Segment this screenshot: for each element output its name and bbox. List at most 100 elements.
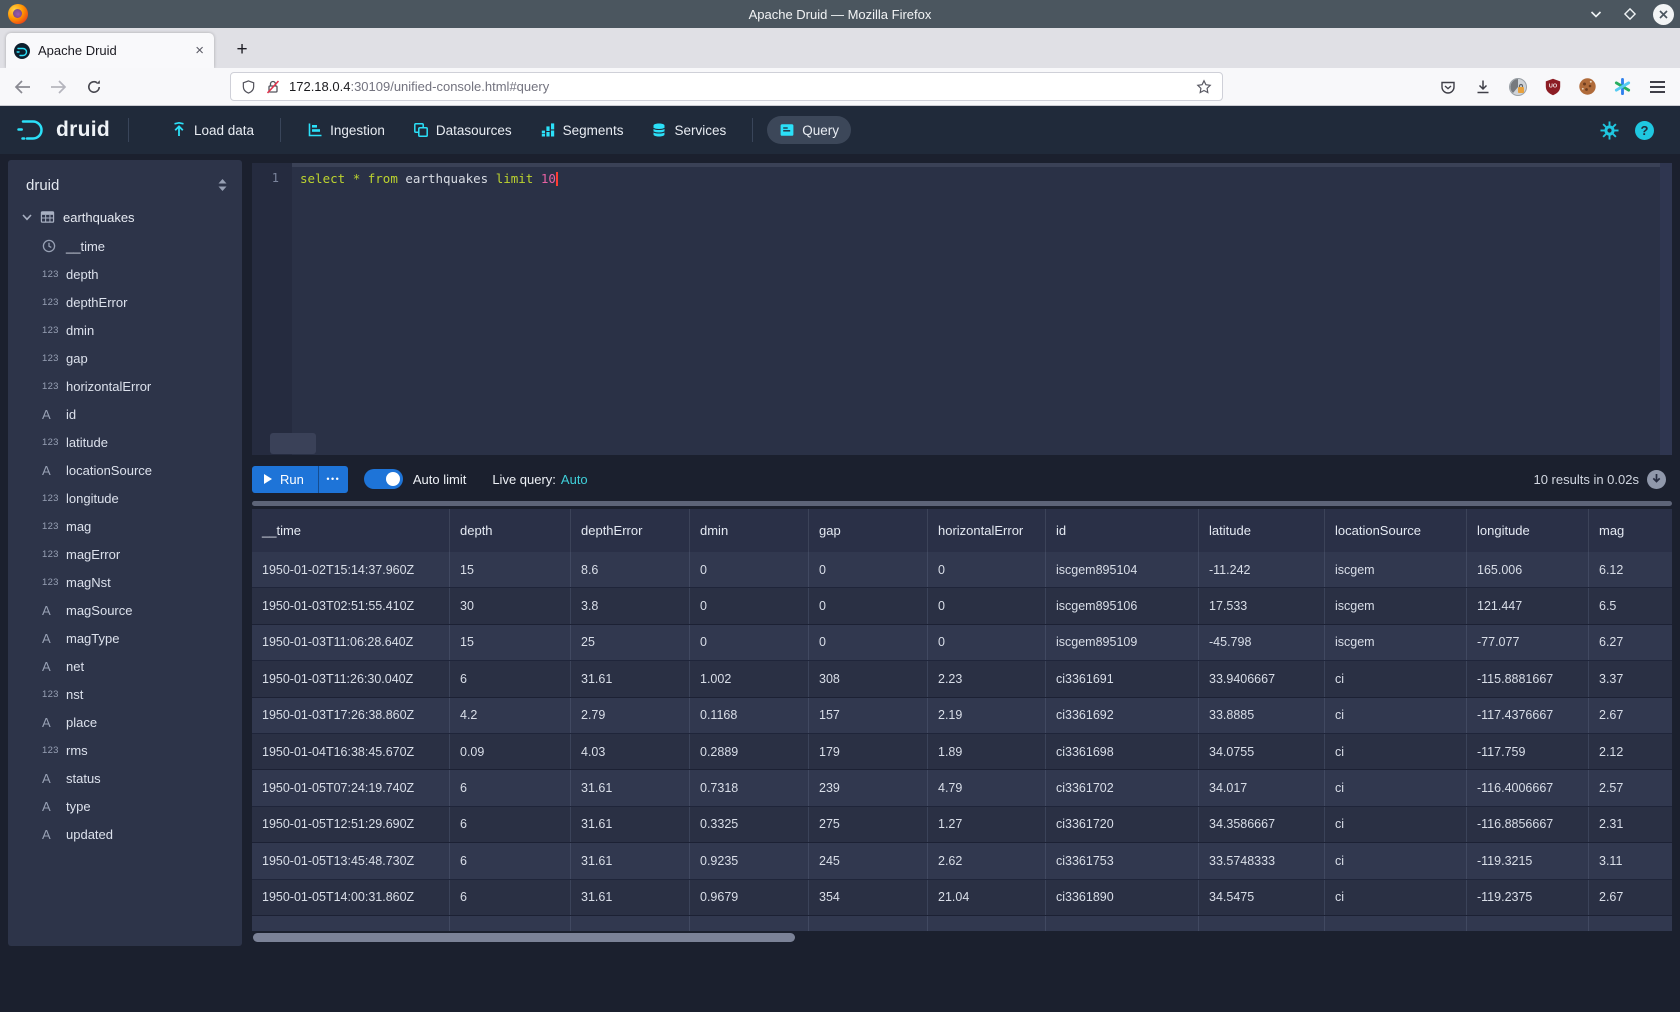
cell-dmin[interactable]: 0.7318 [690, 770, 809, 805]
cell-dmin[interactable]: 0 [690, 625, 809, 660]
cell-longitude[interactable]: -77.077 [1467, 625, 1589, 660]
cell-horizontalError[interactable]: 0 [928, 588, 1046, 623]
nav-datasources[interactable]: Datasources [401, 116, 524, 144]
cell-longitude[interactable]: -117.759 [1467, 734, 1589, 769]
reload-icon[interactable] [84, 77, 104, 97]
cell-depthError[interactable]: 31.61 [571, 880, 690, 915]
cell-gap[interactable]: 308 [809, 661, 928, 696]
sidebar-column-place[interactable]: Aplace [8, 708, 242, 736]
cell-id[interactable]: ci3361692 [1046, 698, 1199, 733]
cell-locationSource[interactable]: ci [1325, 843, 1467, 878]
code-line[interactable]: select * from earthquakes limit 10 [300, 171, 558, 186]
column-header-depthError[interactable]: depthError [571, 509, 690, 552]
window-close-icon[interactable] [1653, 4, 1674, 25]
sidebar-column-gap[interactable]: 123gap [8, 344, 242, 372]
insecure-lock-icon[interactable] [265, 79, 281, 95]
cell-mag[interactable]: 3.11 [1589, 843, 1672, 878]
cell-longitude[interactable]: 121.447 [1467, 588, 1589, 623]
cell-mag[interactable]: 6.27 [1589, 625, 1672, 660]
cell-mag[interactable]: 2.31 [1589, 807, 1672, 842]
cell-gap[interactable]: 157 [809, 698, 928, 733]
sidebar-column-__time[interactable]: __time [8, 232, 242, 260]
cell-horizontalError[interactable]: 0 [928, 625, 1046, 660]
cell-gap[interactable]: 0 [809, 552, 928, 587]
cell-id[interactable]: ci3361702 [1046, 770, 1199, 805]
cell-horizontalError[interactable]: 2.19 [928, 698, 1046, 733]
cell-id[interactable]: iscgem895104 [1046, 552, 1199, 587]
cell-depthError[interactable]: 3.8 [571, 588, 690, 623]
cell-latitude[interactable]: 34.5475 [1199, 880, 1325, 915]
cell-id[interactable]: ci3361691 [1046, 661, 1199, 696]
cell-id[interactable]: iscgem895109 [1046, 625, 1199, 660]
forward-icon[interactable] [48, 77, 68, 97]
cell-__time[interactable]: 1950-01-05T12:51:29.690Z [252, 807, 450, 842]
cell-depthError[interactable]: 2.79 [571, 698, 690, 733]
shield-icon[interactable] [241, 79, 256, 95]
cell-locationSource[interactable]: ci [1325, 661, 1467, 696]
cell-mag[interactable]: 2.57 [1589, 770, 1672, 805]
pocket-icon[interactable] [1437, 76, 1458, 97]
cell-gap[interactable]: 245 [809, 843, 928, 878]
cell-depth[interactable]: 0.09 [450, 734, 571, 769]
window-maximize-icon[interactable] [1619, 3, 1641, 25]
tab-close-icon[interactable]: × [193, 43, 206, 58]
column-header-mag[interactable]: mag [1589, 509, 1672, 552]
sidebar-column-latitude[interactable]: 123latitude [8, 428, 242, 456]
hscroll-thumb[interactable] [253, 933, 795, 942]
cell-id[interactable]: ci3361698 [1046, 734, 1199, 769]
cell-mag[interactable]: 2.67 [1589, 698, 1672, 733]
cell-gap[interactable]: 239 [809, 770, 928, 805]
cell-depth[interactable]: 6 [450, 770, 571, 805]
cell-depth[interactable]: 6 [450, 880, 571, 915]
sidebar-column-longitude[interactable]: 123longitude [8, 484, 242, 512]
sidebar-table-earthquakes[interactable]: earthquakes [8, 202, 242, 232]
cell-longitude[interactable]: -115.8881667 [1467, 661, 1589, 696]
schema-selector[interactable]: druid [8, 168, 242, 202]
cell-depthError[interactable]: 31.61 [571, 661, 690, 696]
sidebar-column-updated[interactable]: Aupdated [8, 820, 242, 848]
double-caret-sort-icon[interactable] [217, 178, 228, 192]
cell-depthError[interactable]: 4.03 [571, 734, 690, 769]
nav-query[interactable]: Query [767, 116, 851, 144]
run-more-button[interactable]: ••• [318, 466, 348, 493]
cell-__time[interactable]: 1950-01-03T02:51:55.410Z [252, 588, 450, 623]
bookmark-star-icon[interactable] [1196, 79, 1212, 95]
cell-depthError[interactable]: 31.61 [571, 807, 690, 842]
column-header-longitude[interactable]: longitude [1467, 509, 1589, 552]
cell-latitude[interactable]: 34.017 [1199, 770, 1325, 805]
cell-locationSource[interactable]: iscgem [1325, 552, 1467, 587]
cell-longitude[interactable]: -116.8856667 [1467, 807, 1589, 842]
cell-__time[interactable]: 1950-01-05T14:00:31.860Z [252, 880, 450, 915]
cell-longitude[interactable]: 165.006 [1467, 552, 1589, 587]
chevron-down-icon[interactable] [22, 214, 32, 221]
column-header-gap[interactable]: gap [809, 509, 928, 552]
cell-id[interactable]: ci3361720 [1046, 807, 1199, 842]
sidebar-column-type[interactable]: Atype [8, 792, 242, 820]
cell-latitude[interactable]: 34.3586667 [1199, 807, 1325, 842]
cell-longitude[interactable]: -116.4006667 [1467, 770, 1589, 805]
cell-depthError[interactable]: 31.61 [571, 843, 690, 878]
nav-services[interactable]: Services [639, 116, 738, 144]
cell-locationSource[interactable]: ci [1325, 807, 1467, 842]
help-icon[interactable]: ? [1635, 121, 1654, 140]
column-header-horizontalError[interactable]: horizontalError [928, 509, 1046, 552]
editor-scrollbar-thumb[interactable] [270, 433, 316, 454]
cell-latitude[interactable]: -11.242 [1199, 552, 1325, 587]
nav-ingestion[interactable]: Ingestion [295, 116, 397, 144]
cell-horizontalError[interactable]: 2.23 [928, 661, 1046, 696]
sidebar-column-depth[interactable]: 123depth [8, 260, 242, 288]
url-text[interactable]: 172.18.0.4:30109/unified-console.html#qu… [289, 79, 1196, 94]
cell-horizontalError[interactable]: 0 [928, 552, 1046, 587]
cell-locationSource[interactable]: iscgem [1325, 588, 1467, 623]
cell-locationSource[interactable]: ci [1325, 698, 1467, 733]
cell-horizontalError[interactable]: 2.62 [928, 843, 1046, 878]
cell-id[interactable]: ci3361753 [1046, 843, 1199, 878]
cell-locationSource[interactable]: ci [1325, 734, 1467, 769]
cell-depth[interactable]: 15 [450, 552, 571, 587]
cell-latitude[interactable]: 33.9406667 [1199, 661, 1325, 696]
cell-latitude[interactable]: -45.798 [1199, 625, 1325, 660]
cell-depth[interactable]: 4.2 [450, 698, 571, 733]
download-results-icon[interactable] [1647, 470, 1666, 489]
panel-divider[interactable] [252, 501, 1672, 506]
column-header-__time[interactable]: __time [252, 509, 450, 552]
